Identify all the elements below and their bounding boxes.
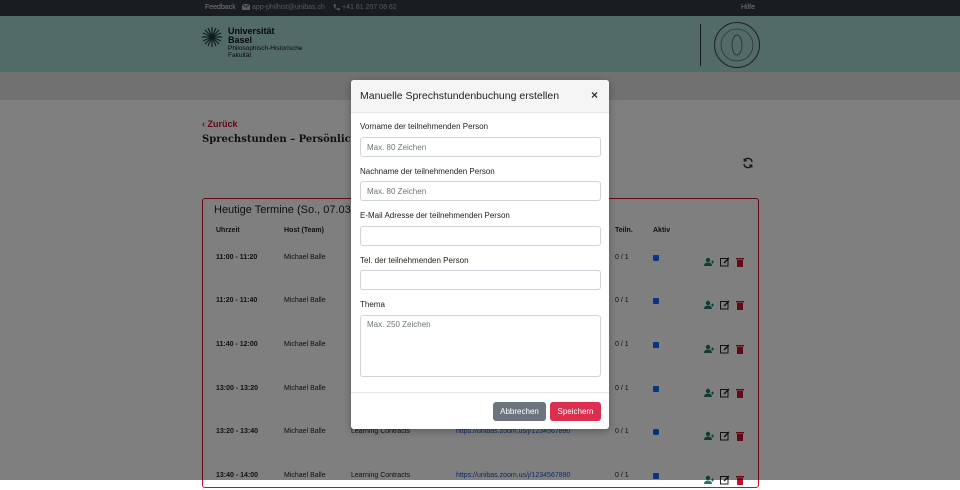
booking-modal: Manuelle Sprechstundenbuchung erstellen … (351, 80, 609, 429)
cancel-button[interactable]: Abbrechen (493, 402, 546, 421)
topic-textarea[interactable] (360, 315, 601, 377)
topic-label: Thema (360, 300, 385, 309)
save-button[interactable]: Speichern (550, 402, 601, 421)
modal-header: Manuelle Sprechstundenbuchung erstellen … (351, 80, 609, 113)
modal-title: Manuelle Sprechstundenbuchung erstellen (360, 90, 560, 102)
close-icon[interactable]: × (591, 88, 598, 102)
email-input[interactable] (360, 226, 601, 246)
email-label: E-Mail Adresse der teilnehmenden Person (360, 211, 510, 220)
lastname-input[interactable] (360, 181, 601, 201)
firstname-label: Vorname der teilnehmenden Person (360, 122, 489, 131)
modal-footer-divider (351, 392, 609, 393)
lastname-label: Nachname der teilnehmenden Person (360, 167, 495, 176)
phone-label: Tel. der teilnehmenden Person (360, 256, 469, 265)
firstname-input[interactable] (360, 137, 601, 157)
phone-input[interactable] (360, 270, 601, 290)
